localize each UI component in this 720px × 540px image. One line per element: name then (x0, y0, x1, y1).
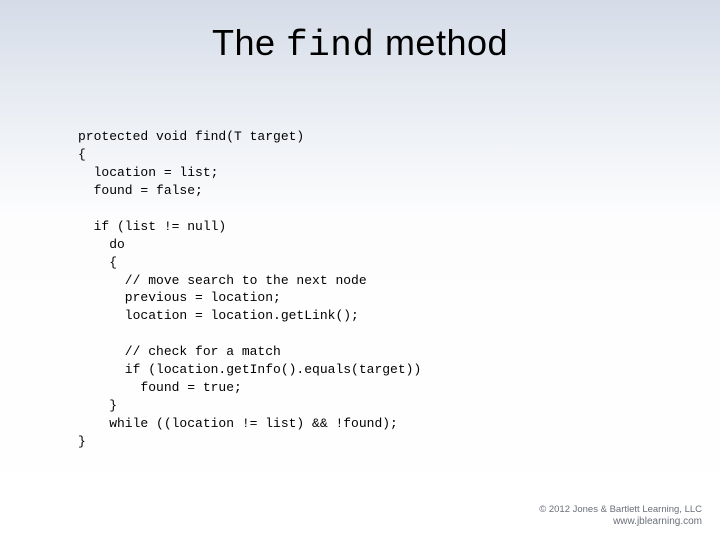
code-line: { (78, 147, 86, 162)
code-block: protected void find(T target) { location… (78, 128, 421, 451)
code-line: if (location.getInfo().equals(target)) (78, 362, 421, 377)
code-line: do (78, 237, 125, 252)
code-line: } (78, 434, 86, 449)
code-line: found = true; (78, 380, 242, 395)
code-line: { (78, 255, 117, 270)
code-line: while ((location != list) && !found); (78, 416, 398, 431)
code-line: found = false; (78, 183, 203, 198)
code-line: if (list != null) (78, 219, 226, 234)
footer-copyright: © 2012 Jones & Bartlett Learning, LLC (539, 504, 702, 516)
footer: © 2012 Jones & Bartlett Learning, LLC ww… (539, 504, 702, 528)
slide: The find method protected void find(T ta… (0, 0, 720, 540)
slide-title: The find method (0, 22, 720, 66)
title-prefix: The (212, 22, 286, 63)
title-suffix: method (374, 22, 508, 63)
code-line: previous = location; (78, 290, 281, 305)
code-line: location = location.getLink(); (78, 308, 359, 323)
footer-url: www.jblearning.com (539, 516, 702, 529)
code-line: } (78, 398, 117, 413)
code-line: protected void find(T target) (78, 129, 304, 144)
code-line: // move search to the next node (78, 273, 367, 288)
code-line: // check for a match (78, 344, 281, 359)
title-code: find (286, 25, 374, 66)
code-line: location = list; (78, 165, 218, 180)
